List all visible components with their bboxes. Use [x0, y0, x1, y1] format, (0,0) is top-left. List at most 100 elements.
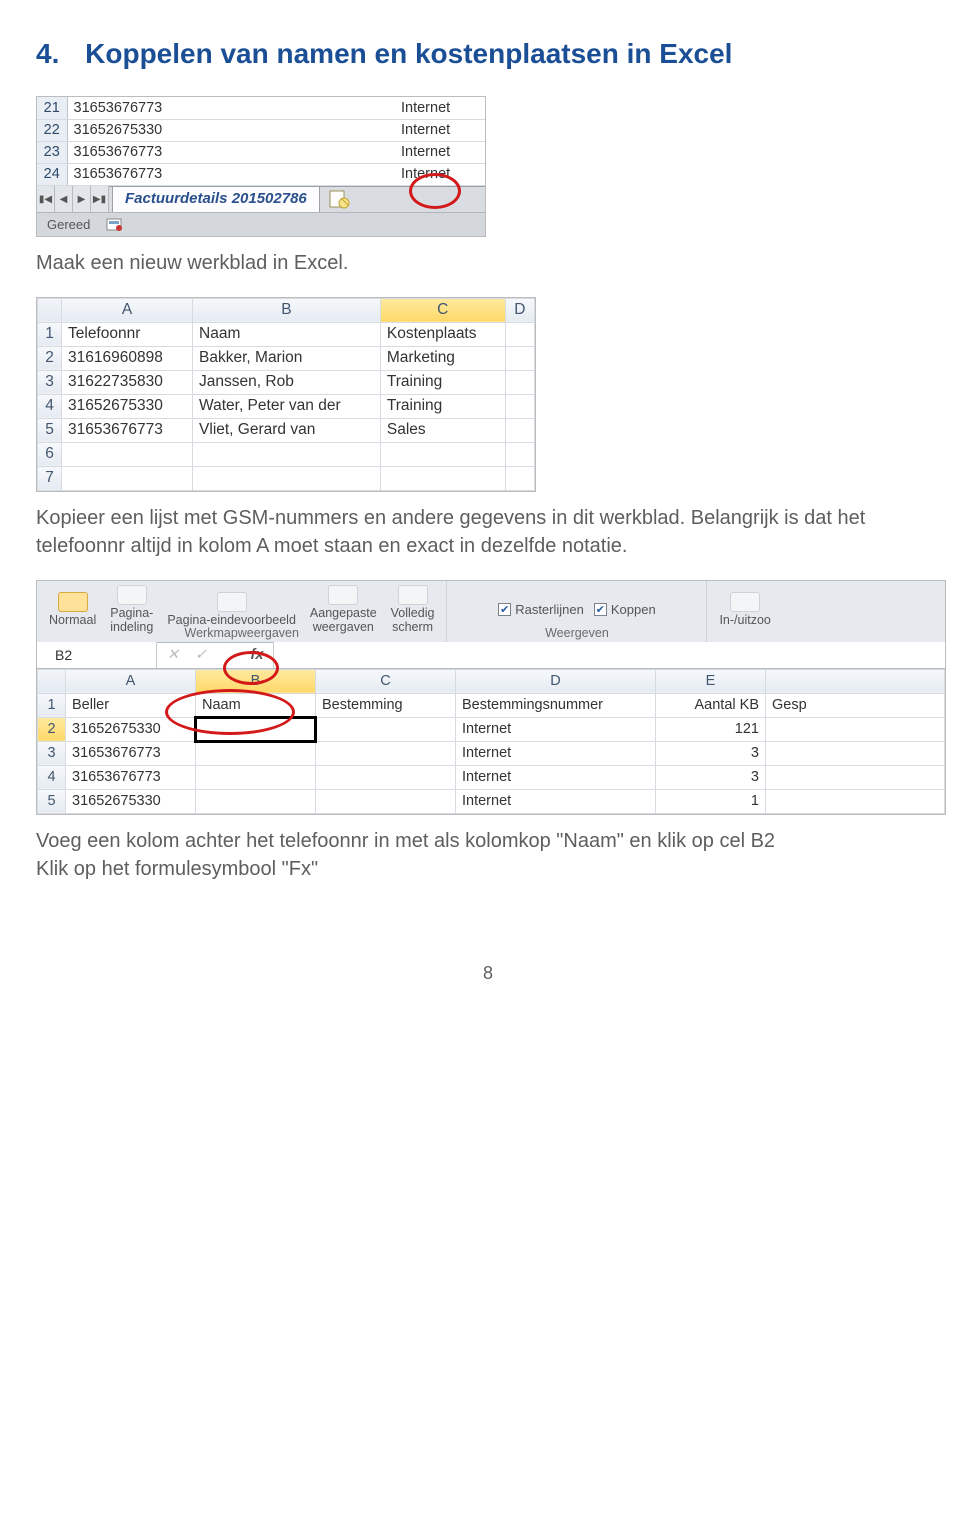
cell[interactable] [196, 765, 316, 789]
column-header[interactable]: C [316, 669, 456, 693]
cell[interactable] [62, 466, 193, 490]
view-fullscreen-button[interactable]: Volledig scherm [389, 585, 437, 634]
cell[interactable]: 31652675330 [66, 717, 196, 741]
column-header[interactable]: D [505, 298, 534, 322]
cell[interactable]: Internet [456, 717, 656, 741]
cell[interactable] [193, 442, 381, 466]
cell[interactable] [766, 717, 945, 741]
cell[interactable] [316, 789, 456, 813]
row-header[interactable]: 1 [38, 322, 62, 346]
row-header[interactable]: 3 [38, 370, 62, 394]
cell[interactable]: 31653676773 [62, 418, 193, 442]
row-header[interactable]: 3 [38, 741, 66, 765]
cell[interactable] [505, 370, 534, 394]
cell[interactable]: Marketing [380, 346, 505, 370]
fx-label[interactable]: fx [247, 647, 267, 663]
view-pagelayout-button[interactable]: Pagina- indeling [108, 585, 155, 634]
column-header[interactable] [766, 669, 945, 693]
row-header[interactable]: 23 [37, 141, 67, 163]
cell[interactable] [505, 442, 534, 466]
cell[interactable]: Internet [456, 765, 656, 789]
checkbox-gridlines[interactable]: ✔Rasterlijnen [498, 602, 584, 617]
row-header[interactable]: 2 [38, 717, 66, 741]
cell[interactable]: Vliet, Gerard van [193, 418, 381, 442]
row-header[interactable]: 21 [37, 97, 67, 119]
column-header[interactable]: A [66, 669, 196, 693]
cell[interactable] [766, 765, 945, 789]
cell[interactable]: Internet [456, 789, 656, 813]
cell[interactable]: Kostenplaats [380, 322, 505, 346]
cell[interactable]: 3 [656, 765, 766, 789]
cell[interactable]: Internet [395, 119, 485, 141]
cell[interactable]: Bakker, Marion [193, 346, 381, 370]
cell[interactable] [187, 119, 395, 141]
cell[interactable]: Internet [395, 97, 485, 119]
cell[interactable]: Training [380, 370, 505, 394]
cell[interactable] [505, 394, 534, 418]
row-header[interactable]: 5 [38, 418, 62, 442]
cell[interactable]: Internet [395, 141, 485, 163]
cell[interactable]: 31653676773 [66, 741, 196, 765]
cell[interactable]: 31652675330 [66, 789, 196, 813]
cell[interactable] [187, 163, 395, 185]
row-header[interactable]: 1 [38, 693, 66, 717]
prev-sheet-button[interactable]: ◀ [55, 186, 73, 212]
cell[interactable]: Sales [380, 418, 505, 442]
cell[interactable] [505, 418, 534, 442]
view-pagebreak-button[interactable]: Pagina-eindevoorbeeld [165, 592, 298, 627]
checkbox-headings[interactable]: ✔Koppen [594, 602, 656, 617]
cell[interactable]: Internet [395, 163, 485, 185]
cell[interactable]: 31653676773 [67, 163, 187, 185]
row-header[interactable]: 2 [38, 346, 62, 370]
cell[interactable]: Internet [456, 741, 656, 765]
cell[interactable] [316, 741, 456, 765]
first-sheet-button[interactable]: ▮◀ [37, 186, 55, 212]
cell[interactable]: 1 [656, 789, 766, 813]
name-box[interactable]: B2 [37, 642, 157, 668]
cell[interactable] [316, 717, 456, 741]
cell[interactable] [193, 466, 381, 490]
cell[interactable] [505, 466, 534, 490]
cell[interactable]: 31653676773 [66, 765, 196, 789]
cell[interactable] [505, 346, 534, 370]
row-header[interactable]: 7 [38, 466, 62, 490]
cell[interactable] [766, 789, 945, 813]
select-all-corner[interactable] [38, 298, 62, 322]
cell[interactable]: Training [380, 394, 505, 418]
cell[interactable] [380, 442, 505, 466]
cell[interactable] [62, 442, 193, 466]
row-header[interactable]: 6 [38, 442, 62, 466]
cell[interactable] [187, 141, 395, 163]
cell[interactable]: 31616960898 [62, 346, 193, 370]
cell[interactable] [505, 322, 534, 346]
cell[interactable]: 31653676773 [67, 97, 187, 119]
cell[interactable]: 31622735830 [62, 370, 193, 394]
column-header[interactable]: B [196, 669, 316, 693]
cell[interactable]: Bestemming [316, 693, 456, 717]
select-all-corner[interactable] [38, 669, 66, 693]
active-sheet-tab[interactable]: Factuurdetails 201502786 [112, 186, 320, 212]
cell[interactable] [316, 765, 456, 789]
column-header[interactable]: A [62, 298, 193, 322]
column-header[interactable]: E [656, 669, 766, 693]
row-header[interactable]: 5 [38, 789, 66, 813]
new-sheet-button[interactable] [325, 186, 355, 212]
row-header[interactable]: 24 [37, 163, 67, 185]
next-sheet-button[interactable]: ▶ [73, 186, 91, 212]
cell[interactable] [187, 97, 395, 119]
zoom-button[interactable]: In-/uitzoo [717, 592, 772, 627]
cell[interactable]: Bestemmingsnummer [456, 693, 656, 717]
cell[interactable]: Aantal KB [656, 693, 766, 717]
cell[interactable]: Janssen, Rob [193, 370, 381, 394]
cell[interactable]: 31653676773 [67, 141, 187, 163]
cell[interactable]: 31652675330 [62, 394, 193, 418]
cell[interactable] [380, 466, 505, 490]
cell[interactable]: Water, Peter van der [193, 394, 381, 418]
view-custom-button[interactable]: Aangepaste weergaven [308, 585, 379, 634]
cancel-formula-button[interactable]: ✕ [163, 647, 183, 663]
cell[interactable]: Naam [193, 322, 381, 346]
formula-input[interactable] [273, 642, 945, 668]
cell[interactable]: 31652675330 [67, 119, 187, 141]
column-header[interactable]: B [193, 298, 381, 322]
row-header[interactable]: 22 [37, 119, 67, 141]
